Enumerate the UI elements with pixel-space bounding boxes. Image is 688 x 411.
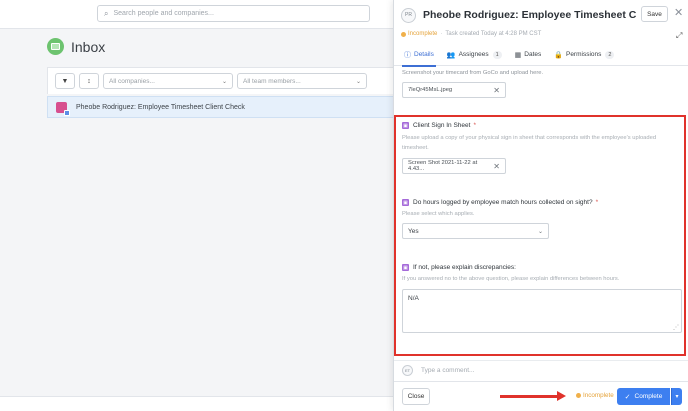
tab-bar: ⓘ Details 👥 Assignees 1 ▦ Dates 🔒 Permis…: [394, 44, 688, 67]
tab-dates[interactable]: ▦ Dates: [515, 44, 542, 66]
permissions-count: 2: [605, 50, 615, 59]
task-row[interactable]: Pheobe Rodriguez: Employee Timesheet Cli…: [47, 96, 395, 118]
filter-bar: ▼ ↕ All companies... ⌄ All team members.…: [47, 67, 395, 94]
complete-button[interactable]: ✓ Complete: [617, 388, 670, 405]
created-timestamp: Task created Today at 4:28 PM CST: [445, 31, 542, 37]
avatar: ET: [402, 364, 413, 376]
inbox-icon: [47, 38, 64, 55]
incomplete-icon: [576, 393, 581, 398]
timecard-description: Screenshot your timecard from GoCo and u…: [402, 70, 544, 76]
close-button[interactable]: Close: [402, 388, 430, 405]
task-type-icon: [56, 101, 70, 116]
team-members-select[interactable]: All team members... ⌄: [237, 73, 367, 89]
remove-file-icon[interactable]: ✕: [493, 86, 500, 95]
page-title: Inbox: [71, 38, 106, 55]
tab-permissions[interactable]: 🔒 Permissions 2: [554, 44, 615, 66]
companies-select[interactable]: All companies... ⌄: [103, 73, 233, 89]
annotation-arrow: [500, 395, 560, 398]
annotation-highlight-box: [394, 115, 686, 356]
footer-status: Incomplete: [576, 392, 614, 399]
assignees-count: 1: [492, 50, 502, 59]
search-input[interactable]: ⌕ Search people and companies...: [97, 5, 370, 22]
sort-icon[interactable]: ↕: [79, 73, 99, 89]
status-badge: Incomplete: [401, 31, 437, 37]
bottom-strip: [0, 396, 393, 411]
people-icon: 👥: [446, 51, 456, 59]
panel-footer: Close Incomplete ✓ Complete ▾: [394, 381, 688, 411]
filter-icon[interactable]: ▼: [55, 73, 75, 89]
save-button[interactable]: Save: [641, 6, 668, 22]
inbox-header: Inbox: [47, 38, 105, 55]
tab-assignees[interactable]: 👥 Assignees 1: [447, 44, 502, 66]
annotation-arrow-head: [557, 391, 566, 401]
incomplete-icon: [401, 31, 406, 37]
comment-placeholder: Type a comment...: [421, 366, 475, 374]
search-icon: ⌕: [104, 8, 109, 18]
calendar-icon: ▦: [514, 51, 522, 59]
tab-details[interactable]: ⓘ Details: [402, 44, 436, 67]
close-icon[interactable]: ✕: [674, 6, 683, 19]
check-icon: ✓: [624, 393, 631, 401]
timecard-file-chip[interactable]: 7leQr45MsL.jpeg ✕: [402, 82, 506, 98]
status-row: Incomplete · Task created Today at 4:28 …: [401, 31, 541, 37]
panel-title: Pheobe Rodriguez: Employee Timesheet Cli…: [423, 9, 636, 21]
chevron-down-icon: ⌄: [221, 78, 227, 85]
avatar: PR: [401, 7, 416, 23]
lock-icon: 🔒: [554, 51, 563, 59]
search-placeholder: Search people and companies...: [113, 10, 214, 17]
info-icon: ⓘ: [404, 51, 411, 59]
comment-input[interactable]: ET Type a comment...: [394, 360, 688, 379]
complete-options-button[interactable]: ▾: [671, 388, 682, 405]
separator: ·: [440, 31, 443, 37]
chevron-down-icon: ⌄: [355, 78, 361, 85]
task-title: Pheobe Rodriguez: Employee Timesheet Cli…: [76, 103, 245, 111]
expand-icon[interactable]: ⤢: [676, 31, 682, 41]
